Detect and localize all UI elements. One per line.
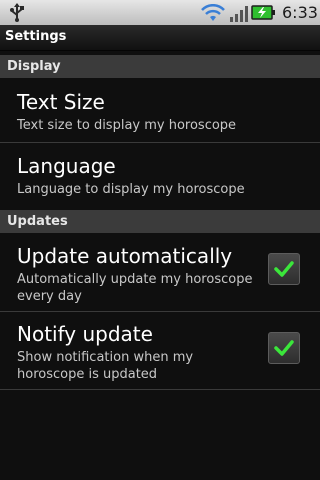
pref-summary-language: Language to display my horoscope (17, 182, 245, 197)
status-time: 6:33 (282, 3, 318, 22)
title-bar: Settings (0, 25, 320, 51)
pref-text-size[interactable]: Text Size Text size to display my horosc… (0, 78, 320, 141)
status-bar: 6:33 (0, 0, 320, 25)
checkmark-icon (274, 340, 294, 356)
pref-title-text-size: Text Size (17, 90, 105, 114)
pref-summary-update-automatically: Automatically update my horoscope every … (17, 272, 253, 304)
pref-notify-update[interactable]: Notify update Show notification when my … (0, 312, 320, 389)
divider (0, 389, 320, 390)
pref-title-language: Language (17, 154, 116, 178)
checkmark-icon (274, 261, 294, 277)
pref-language[interactable]: Language Language to display my horoscop… (0, 143, 320, 207)
section-header-updates: Updates (0, 210, 320, 233)
notify-update-checkbox[interactable] (268, 332, 300, 364)
battery-charging-icon (251, 5, 275, 20)
update-automatically-checkbox[interactable] (268, 253, 300, 285)
page-title: Settings (5, 29, 67, 44)
usb-icon (10, 3, 24, 22)
pref-summary-notify-update: Show notification when my horoscope is u… (17, 350, 194, 382)
pref-update-automatically[interactable]: Update automatically Automatically updat… (0, 233, 320, 311)
wifi-icon (201, 4, 225, 21)
pref-summary-text-size: Text size to display my horoscope (17, 118, 237, 133)
pref-title-update-automatically: Update automatically (17, 244, 233, 268)
section-label-updates: Updates (7, 214, 68, 229)
section-label-display: Display (7, 59, 61, 74)
pref-title-notify-update: Notify update (17, 322, 153, 346)
section-header-display: Display (0, 55, 320, 78)
signal-icon (230, 6, 248, 22)
